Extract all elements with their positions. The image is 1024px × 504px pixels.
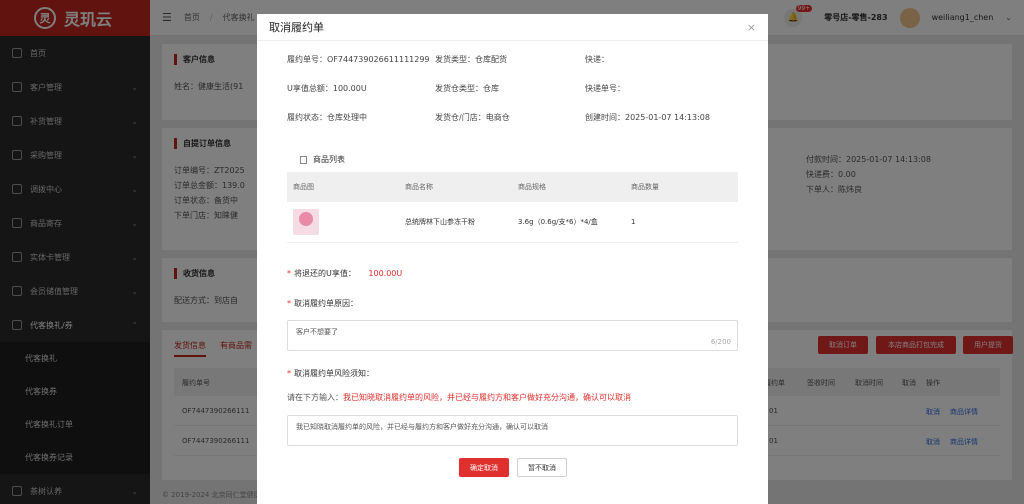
product-qty: 1 xyxy=(625,202,738,243)
info-warehouse: 发货仓/门店：电商仓 xyxy=(435,112,510,123)
product-table-header: 商品图 商品名称 商品规格 商品数量 xyxy=(287,172,738,202)
product-image xyxy=(293,208,319,235)
reason-label: 取消履约单原因： xyxy=(294,299,358,308)
info-label: 发货仓类型： xyxy=(435,84,483,93)
dialog-header: 取消履约单 × xyxy=(257,14,768,41)
document-icon xyxy=(300,155,307,164)
required-mark: * xyxy=(287,299,291,308)
info-ship-type: 发货类型：仓库配货 xyxy=(435,54,507,65)
info-status: 履约状态：仓库处理中 xyxy=(287,112,367,123)
risk-input-value: 我已知晓取消履约单的风险，并已经与履约方和客户做好充分沟通，确认可以取消 xyxy=(296,423,548,431)
product-list-heading: 商品列表 xyxy=(300,154,345,165)
col-spec: 商品规格 xyxy=(512,172,625,202)
info-label: 快递： xyxy=(585,55,609,64)
risk-label-row: * 取消履约单风险须知： xyxy=(287,368,374,379)
risk-prompt: 请在下方输入：我已知晓取消履约单的风险，并已经与履约方和客户做好充分沟通，确认可… xyxy=(287,392,631,403)
info-value: 电商仓 xyxy=(485,113,510,122)
required-mark: * xyxy=(287,369,291,378)
info-value: 仓库 xyxy=(483,84,499,93)
refund-value: 100.00U xyxy=(368,269,403,278)
info-created: 创建时间：2025-01-07 14:13:08 xyxy=(585,112,710,123)
required-mark: * xyxy=(287,269,291,278)
reason-label-row: * 取消履约单原因： xyxy=(287,298,358,309)
confirm-cancel-button[interactable]: 确定取消 xyxy=(459,458,509,477)
dialog-title: 取消履约单 xyxy=(269,21,324,34)
col-name: 商品名称 xyxy=(399,172,512,202)
info-value: 仓库处理中 xyxy=(327,113,367,122)
info-fulfillment-no: 履约单号：OF744739026611111299 xyxy=(287,54,430,65)
info-value: 仓库配货 xyxy=(475,55,507,64)
reason-textarea[interactable]: 客户不想要了 6/200 xyxy=(287,320,738,351)
info-warehouse-type: 发货仓类型：仓库 xyxy=(435,83,499,94)
info-label: 履约单号： xyxy=(287,55,327,64)
risk-prompt-prefix: 请在下方输入： xyxy=(287,393,343,402)
info-label: 发货仓/门店： xyxy=(435,113,486,122)
info-label: 快递单号： xyxy=(585,84,625,93)
risk-confirm-textarea[interactable]: 我已知晓取消履约单的风险，并已经与履约方和客户做好充分沟通，确认可以取消 xyxy=(287,415,738,446)
info-label: 创建时间： xyxy=(585,113,625,122)
cancel-fulfillment-dialog: 取消履约单 × 履约单号：OF744739026611111299 发货类型：仓… xyxy=(257,14,768,504)
product-spec: 3.6g（0.6g/支*6）*4/盒 xyxy=(512,202,625,243)
refund-label: 将退还的U享值： xyxy=(294,269,356,278)
col-qty: 商品数量 xyxy=(625,172,738,202)
info-label: U享值总额： xyxy=(287,84,333,93)
risk-label: 取消履约单风险须知： xyxy=(294,369,374,378)
info-label: 履约状态： xyxy=(287,113,327,122)
product-image-cell xyxy=(287,202,399,243)
info-value: 100.00U xyxy=(332,84,367,93)
info-value: 2025-01-07 14:13:08 xyxy=(625,113,710,122)
product-list-title: 商品列表 xyxy=(313,155,345,164)
table-row: 总统牌林下山参冻干粉 3.6g（0.6g/支*6）*4/盒 1 xyxy=(287,202,738,243)
col-image: 商品图 xyxy=(287,172,399,202)
info-express-no: 快递单号： xyxy=(585,83,625,94)
reason-value: 客户不想要了 xyxy=(296,328,338,336)
info-value: OF744739026611111299 xyxy=(327,55,430,64)
info-u-total: U享值总额：100.00U xyxy=(287,83,367,94)
risk-prompt-text: 我已知晓取消履约单的风险，并已经与履约方和客户做好充分沟通，确认可以取消 xyxy=(343,393,631,402)
info-express: 快递： xyxy=(585,54,609,65)
close-icon[interactable]: × xyxy=(747,21,756,34)
refund-row: * 将退还的U享值： 100.00U xyxy=(287,268,402,279)
product-table: 商品图 商品名称 商品规格 商品数量 总统牌林下山参冻干粉 3.6g（0.6g/… xyxy=(287,172,738,243)
app-root: 灵 灵玑云 首页客户管理⌄补货管理⌄采购管理⌄调拨中心⌄商品寄存⌄实体卡管理⌄会… xyxy=(0,0,1024,504)
info-label: 发货类型： xyxy=(435,55,475,64)
reason-char-count: 6/200 xyxy=(710,338,731,346)
product-name: 总统牌林下山参冻干粉 xyxy=(399,202,512,243)
keep-button[interactable]: 暂不取消 xyxy=(517,458,567,477)
